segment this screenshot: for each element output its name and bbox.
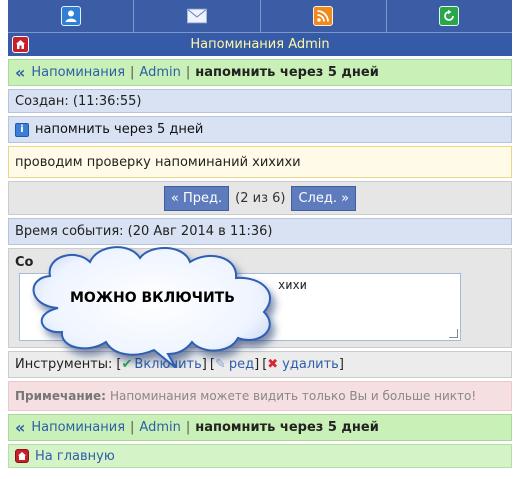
note-row: Примечание: Напоминания можете видить то…: [8, 381, 512, 411]
breadcrumb-reminders-link[interactable]: Напоминания: [31, 65, 125, 80]
mail-icon: [186, 6, 207, 26]
home-icon[interactable]: [12, 36, 29, 53]
breadcrumb-separator: |: [185, 420, 191, 435]
reminder-body: проводим проверку напоминаний хихихи: [15, 154, 301, 170]
profile-button[interactable]: [8, 0, 133, 32]
next-button[interactable]: След. »: [291, 185, 357, 211]
reminder-title: напомнить через 5 дней: [35, 122, 204, 137]
created-timestamp: Создан: (11:36:55): [15, 93, 142, 109]
mail-button[interactable]: [133, 0, 259, 32]
bracket: ]: [338, 357, 344, 372]
breadcrumb-separator: |: [130, 420, 135, 435]
breadcrumb-bottom: « Напоминания | Admin | напомнить через …: [8, 414, 512, 441]
user-icon: [60, 6, 81, 26]
rss-icon: [313, 6, 334, 26]
page-counter: (2 из 6): [235, 190, 286, 206]
refresh-icon: [439, 6, 460, 26]
prev-button[interactable]: « Пред.: [163, 185, 230, 211]
event-time: Время события: (20 Авг 2014 в 11:36): [15, 224, 273, 239]
page: Напоминания Admin « Напоминания | Admin …: [8, 0, 512, 468]
pager: « Пред. (2 из 6) След. »: [8, 181, 512, 215]
breadcrumb-separator: |: [130, 65, 135, 80]
resize-grip-icon[interactable]: [449, 329, 458, 338]
breadcrumb-user-link[interactable]: Admin: [139, 420, 180, 435]
refresh-button[interactable]: [385, 0, 512, 32]
back-arrow-icon[interactable]: «: [15, 64, 25, 81]
note-label: Примечание:: [15, 389, 106, 403]
breadcrumb-user-link[interactable]: Admin: [139, 65, 180, 80]
info-icon: i: [15, 122, 29, 137]
top-icon-bar: [8, 0, 512, 32]
footer-home-row: На главную: [8, 444, 512, 468]
breadcrumb-current: напомнить через 5 дней: [195, 420, 379, 435]
note-text: Напоминания можете видить только Вы и бо…: [109, 389, 477, 403]
home-icon: [15, 449, 29, 463]
reminder-body-row: проводим проверку напоминаний хихихи: [8, 146, 512, 178]
breadcrumb-separator: |: [185, 65, 191, 80]
callout-text: МОЖНО ВКЛЮЧИТЬ: [70, 290, 235, 306]
breadcrumb-reminders-link[interactable]: Напоминания: [31, 420, 125, 435]
home-link[interactable]: На главную: [35, 449, 115, 464]
page-header: Напоминания Admin: [8, 32, 512, 56]
back-arrow-icon[interactable]: «: [15, 419, 25, 436]
breadcrumb: « Напоминания | Admin | напомнить через …: [8, 59, 512, 86]
callout-cloud: МОЖНО ВКЛЮЧИТЬ: [18, 238, 300, 369]
reminder-title-row: i напомнить через 5 дней: [8, 116, 512, 143]
rss-button[interactable]: [259, 0, 386, 32]
created-row: Создан: (11:36:55): [8, 89, 512, 113]
page-title: Напоминания Admin: [190, 37, 330, 52]
breadcrumb-current: напомнить через 5 дней: [195, 65, 379, 80]
